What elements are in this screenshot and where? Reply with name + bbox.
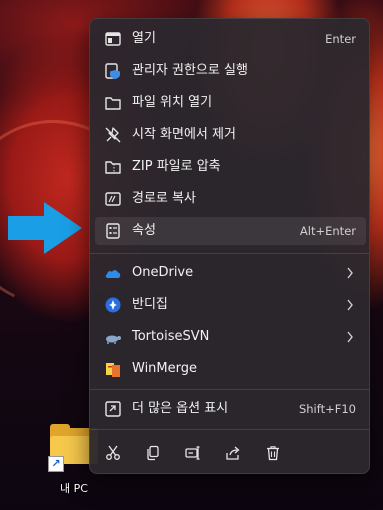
- menu-item-unpin-from-start[interactable]: 시작 화면에서 제거: [95, 121, 366, 149]
- rename-button[interactable]: [179, 439, 207, 467]
- share-icon: [226, 446, 240, 460]
- chevron-right-icon: [347, 331, 353, 343]
- admin-shield-icon: [105, 63, 120, 79]
- menu-item-copy-as-path[interactable]: 경로로 복사: [95, 185, 366, 213]
- copy-button[interactable]: [139, 439, 167, 467]
- menu-item-label: 관리자 권한으로 실행: [132, 63, 248, 78]
- zip-folder-icon: [105, 161, 121, 174]
- menu-item-shortcut: Alt+Enter: [299, 224, 356, 238]
- menu-item-label: TortoiseSVN: [132, 329, 210, 344]
- unpin-icon: [105, 127, 121, 143]
- menu-separator: [90, 253, 369, 254]
- winmerge-icon: [106, 363, 120, 377]
- menu-item-shortcut: Enter: [325, 32, 356, 46]
- menu-item-label: 더 많은 옵션 표시: [132, 401, 229, 416]
- menu-item-label: 열기: [132, 31, 156, 46]
- shortcut-arrow-icon: ↗: [48, 456, 64, 472]
- context-menu: 열기 Enter 관리자 권한으로 실행 파일 위치 열기 시작 화면에서 제거…: [89, 18, 370, 474]
- menu-item-properties[interactable]: 속성 Alt+Enter: [95, 217, 366, 245]
- menu-separator: [90, 429, 369, 430]
- menu-item-show-more-options[interactable]: 더 많은 옵션 표시 Shift+F10: [95, 395, 366, 423]
- menu-item-label: 시작 화면에서 제거: [132, 127, 236, 142]
- menu-item-label: WinMerge: [132, 361, 197, 376]
- copy-icon: [147, 445, 159, 461]
- tortoise-icon: [106, 335, 121, 344]
- menu-item-onedrive[interactable]: OneDrive: [95, 259, 366, 287]
- rename-icon: [185, 446, 200, 460]
- menu-item-label: 파일 위치 열기: [132, 95, 213, 110]
- menu-item-label: OneDrive: [132, 265, 194, 280]
- menu-item-label: 경로로 복사: [132, 191, 196, 206]
- chevron-right-icon: [347, 267, 353, 279]
- properties-icon: [106, 223, 120, 239]
- menu-item-tortoisesvn[interactable]: TortoiseSVN: [95, 323, 366, 351]
- menu-item-label: 반디집: [132, 297, 168, 312]
- menu-item-open[interactable]: 열기 Enter: [95, 25, 366, 53]
- copy-path-icon: [105, 192, 121, 206]
- onedrive-cloud-icon: [105, 270, 121, 278]
- folder-outline-icon: [105, 97, 121, 110]
- menu-item-open-file-location[interactable]: 파일 위치 열기: [95, 89, 366, 117]
- cut-button[interactable]: [99, 439, 127, 467]
- menu-item-run-as-admin[interactable]: 관리자 권한으로 실행: [95, 57, 366, 85]
- menu-item-label: ZIP 파일로 압축: [132, 159, 221, 174]
- delete-icon: [267, 446, 279, 461]
- menu-item-winmerge[interactable]: WinMerge: [95, 355, 366, 383]
- open-icon: [105, 32, 121, 46]
- chevron-right-icon: [347, 299, 353, 311]
- menu-separator: [90, 389, 369, 390]
- bandizip-icon: [105, 297, 121, 313]
- menu-item-label: 속성: [132, 223, 156, 238]
- cut-icon: [106, 445, 120, 460]
- delete-button[interactable]: [259, 439, 287, 467]
- menu-item-shortcut: Shift+F10: [298, 402, 356, 416]
- menu-item-compress-zip[interactable]: ZIP 파일로 압축: [95, 153, 366, 181]
- more-options-icon: [105, 401, 121, 417]
- desktop-shortcut-label: 내 PC: [60, 482, 88, 495]
- pointer-arrow-icon: [8, 202, 82, 254]
- menu-item-bandizip[interactable]: 반디집: [95, 291, 366, 319]
- share-button[interactable]: [219, 439, 247, 467]
